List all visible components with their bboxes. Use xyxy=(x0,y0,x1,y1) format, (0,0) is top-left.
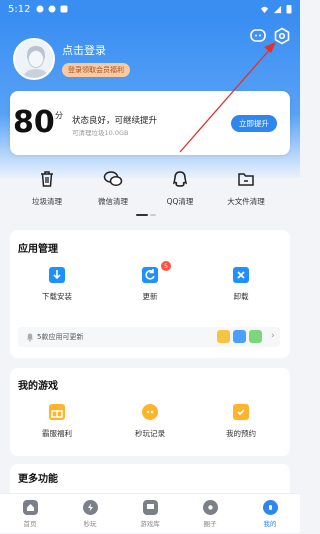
uninstall-icon xyxy=(233,267,249,283)
item-label: 我的预约 xyxy=(226,429,256,438)
update-notice-text: 5款应用可更新 xyxy=(37,333,84,341)
item-label: 更新 xyxy=(142,292,158,301)
item-label: 霸服福利 xyxy=(42,429,72,438)
item-label: 秒玩记录 xyxy=(135,429,165,438)
login-link[interactable]: 点击登录 xyxy=(62,42,106,58)
uninstall-item[interactable]: 卸载 xyxy=(211,267,271,302)
more-features-title: 更多功能 xyxy=(18,474,58,485)
update-item[interactable]: 更新 xyxy=(120,267,180,302)
tool-label: QQ清理 xyxy=(166,197,194,206)
app-thumbnail-icon xyxy=(217,330,230,343)
circle-icon xyxy=(202,500,218,515)
library-icon xyxy=(142,500,158,515)
wifi-icon xyxy=(260,6,269,13)
boost-button[interactable]: 立即提升 xyxy=(231,115,277,132)
tab-label: 我的 xyxy=(263,520,277,528)
download-install-item[interactable]: 下载安装 xyxy=(27,267,87,302)
settings-icon[interactable] xyxy=(272,26,292,46)
tab-home[interactable]: 首页 xyxy=(0,494,60,534)
battery-icon xyxy=(286,5,292,14)
status-time: 5:12 xyxy=(8,3,31,15)
tab-label: 圈子 xyxy=(203,520,217,528)
tab-label: 秒玩 xyxy=(83,520,97,528)
avatar-notification-dot xyxy=(47,40,53,46)
trash-icon xyxy=(41,171,53,187)
update-icon xyxy=(142,267,158,283)
my-reservation-item[interactable]: 我的预约 xyxy=(211,404,271,439)
bottom-tab-bar: 首页 秒玩 游戏库 圈子 我的 xyxy=(0,493,300,533)
health-score: 80 xyxy=(13,105,55,140)
bell-icon xyxy=(27,333,33,342)
vip-badge[interactable]: 登录领取会员福利 xyxy=(62,63,130,77)
calendar-icon xyxy=(233,404,249,420)
trash-clean-tool[interactable]: 垃圾清理 xyxy=(17,170,77,207)
app-thumbnail-icon xyxy=(249,330,262,343)
app-management-title: 应用管理 xyxy=(18,244,58,255)
chevron-right-icon: › xyxy=(271,331,275,341)
my-games-title: 我的游戏 xyxy=(18,381,58,392)
folder-icon xyxy=(238,173,254,186)
notification-icons xyxy=(36,5,68,13)
server-benefit-item[interactable]: 霸服福利 xyxy=(27,404,87,439)
tab-label: 游戏库 xyxy=(140,520,160,528)
tool-label: 垃圾清理 xyxy=(32,197,62,206)
profile-icon xyxy=(262,500,278,515)
message-icon[interactable] xyxy=(248,26,268,46)
update-count-badge: 5 xyxy=(161,261,171,271)
qq-clean-tool[interactable]: QQ清理 xyxy=(150,170,210,207)
item-label: 卸载 xyxy=(233,292,249,301)
tool-label: 大文件清理 xyxy=(227,197,265,206)
page-dot xyxy=(150,214,156,216)
page-indicator xyxy=(136,214,156,216)
notification-icon xyxy=(60,5,68,13)
junk-size-text: 可清理垃圾10.0GB xyxy=(72,129,129,137)
tab-label: 首页 xyxy=(23,520,37,528)
wechat-icon xyxy=(103,171,123,187)
large-file-clean-tool[interactable]: 大文件清理 xyxy=(216,170,276,207)
notification-icon xyxy=(48,5,56,13)
signal-icon xyxy=(273,5,282,13)
tab-mine[interactable]: 我的 xyxy=(240,494,300,534)
gift-icon xyxy=(49,404,65,420)
tab-instant-play[interactable]: 秒玩 xyxy=(60,494,120,534)
status-bar: 5:12 xyxy=(0,0,300,18)
instant-play-record-item[interactable]: 秒玩记录 xyxy=(120,404,180,439)
page-dot-active xyxy=(136,214,148,216)
update-notice-bar[interactable]: 5款应用可更新 › xyxy=(18,327,280,347)
wechat-clean-tool[interactable]: 微信清理 xyxy=(83,170,143,207)
tab-community[interactable]: 圈子 xyxy=(180,494,240,534)
status-text: 状态良好，可继续提升 xyxy=(72,116,158,126)
tool-label: 微信清理 xyxy=(98,197,128,206)
app-thumbnail-icon xyxy=(233,330,246,343)
score-unit: 分 xyxy=(55,111,63,120)
gamepad-icon xyxy=(142,404,158,420)
home-icon xyxy=(22,500,38,515)
lightning-icon xyxy=(82,500,98,515)
qq-icon xyxy=(172,171,188,187)
download-icon xyxy=(49,267,65,283)
notification-icon xyxy=(36,5,44,13)
tab-game-library[interactable]: 游戏库 xyxy=(120,494,180,534)
avatar[interactable] xyxy=(13,38,55,80)
item-label: 下载安装 xyxy=(42,292,72,301)
